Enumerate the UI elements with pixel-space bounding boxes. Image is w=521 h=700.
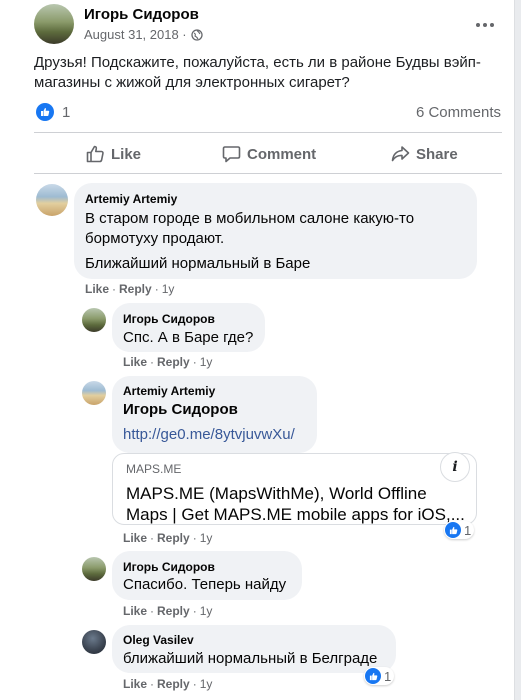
likes-count: 1	[62, 103, 71, 121]
comment-actions: Like · Reply · 1y	[123, 604, 213, 618]
like-reaction-icon	[365, 668, 381, 684]
share-button[interactable]: Share	[391, 145, 458, 163]
like-reaction-icon	[36, 103, 54, 121]
comment-reaction-count: 1	[384, 668, 392, 684]
mention-link[interactable]: Игорь Сидоров	[123, 400, 238, 420]
comment-author[interactable]: Игорь Сидоров	[123, 312, 215, 326]
link-preview-domain: MAPS.ME	[126, 462, 182, 476]
comment-reaction-count: 1	[464, 522, 472, 538]
comment-time[interactable]: 1y	[200, 531, 213, 545]
comment-time[interactable]: 1y	[200, 604, 213, 618]
comment-bubble: Artemiy Artemiy В старом городе в мобиль…	[74, 183, 477, 279]
post-date[interactable]: August 31, 2018 ·	[84, 27, 187, 42]
comment-bubble: Игорь Сидоров Спс. А в Баре где?	[112, 303, 265, 352]
comment-time[interactable]: 1y	[200, 677, 213, 691]
comment-icon	[222, 145, 241, 163]
comment-text: Спасибо. Теперь найду	[123, 576, 287, 593]
comment-like-link[interactable]: Like	[123, 604, 147, 618]
comment-like-link[interactable]: Like	[85, 282, 109, 296]
like-button[interactable]: Like	[86, 145, 141, 163]
comment-avatar[interactable]	[82, 630, 106, 654]
post-author-name[interactable]: Игорь Сидоров	[84, 6, 199, 23]
divider	[34, 173, 502, 174]
comment-time[interactable]: 1y	[162, 282, 175, 296]
comment-button-label: Comment	[247, 145, 317, 163]
comment-bubble: Oleg Vasilev ближайший нормальный в Белг…	[112, 625, 396, 673]
comment-time[interactable]: 1y	[200, 355, 213, 369]
post-meta: August 31, 2018 ·	[84, 27, 203, 42]
globe-icon	[190, 28, 203, 41]
comment-reply-link[interactable]: Reply	[157, 677, 190, 691]
comment-avatar[interactable]	[82, 308, 106, 332]
comment-avatar[interactable]	[36, 184, 68, 216]
post-author-avatar[interactable]	[34, 4, 74, 44]
comment-bubble: Игорь Сидоров Спасибо. Теперь найду	[112, 551, 302, 600]
comment-avatar[interactable]	[82, 557, 106, 581]
comment-bubble: Artemiy Artemiy Игорь Сидоров http://ge0…	[112, 376, 317, 453]
divider	[34, 132, 502, 133]
like-reaction-icon	[445, 522, 461, 538]
comment-like-link[interactable]: Like	[123, 677, 147, 691]
post-card: Игорь Сидоров August 31, 2018 · Друзья! …	[0, 0, 515, 700]
comment-url-link[interactable]: http://ge0.me/8ytvjuvwXu/	[123, 426, 295, 443]
ellipsis-icon[interactable]	[474, 16, 496, 34]
comment-actions: Like · Reply · 1y	[123, 355, 213, 369]
comment-reply-link[interactable]: Reply	[157, 531, 190, 545]
comment-reply-link[interactable]: Reply	[157, 604, 190, 618]
comment-author[interactable]: Oleg Vasilev	[123, 633, 194, 647]
comment-author[interactable]: Artemiy Artemiy	[85, 192, 177, 206]
info-icon[interactable]: i	[440, 452, 470, 482]
comment-text: ближайший нормальный в Белграде	[123, 650, 378, 667]
comment-avatar[interactable]	[82, 381, 106, 405]
reaction-summary[interactable]: 1	[36, 103, 70, 121]
comment-text: В старом городе в мобильном салоне какую…	[85, 210, 415, 247]
share-icon	[391, 145, 410, 163]
comments-count[interactable]: 6 Comments	[416, 104, 501, 121]
link-preview-title: MAPS.ME (MapsWithMe), World Offline Maps…	[126, 484, 465, 524]
comment-button[interactable]: Comment	[222, 145, 316, 163]
comment-text: Спс. А в Баре где?	[123, 329, 254, 346]
comment-reactions[interactable]: 1	[364, 667, 395, 685]
comment-reply-link[interactable]: Reply	[157, 355, 190, 369]
comment-actions: Like · Reply · 1y	[85, 282, 175, 296]
post-text: Друзья! Подскажите, пожалуйста, есть ли …	[34, 54, 481, 91]
comment-like-link[interactable]: Like	[123, 531, 147, 545]
comment-text: Ближайший нормальный в Баре	[85, 255, 311, 272]
thumbs-up-icon	[86, 145, 105, 163]
comment-author[interactable]: Игорь Сидоров	[123, 560, 215, 574]
comment-reply-link[interactable]: Reply	[119, 282, 152, 296]
comment-actions: Like · Reply · 1y	[123, 677, 213, 691]
share-button-label: Share	[416, 145, 458, 163]
link-preview-card[interactable]: MAPS.ME MAPS.ME (MapsWithMe), World Offl…	[112, 452, 477, 525]
comment-like-link[interactable]: Like	[123, 355, 147, 369]
comment-actions: Like · Reply · 1y	[123, 531, 213, 545]
like-button-label: Like	[111, 145, 142, 163]
comment-author[interactable]: Artemiy Artemiy	[123, 384, 215, 398]
comment-reactions[interactable]: 1	[444, 521, 475, 539]
